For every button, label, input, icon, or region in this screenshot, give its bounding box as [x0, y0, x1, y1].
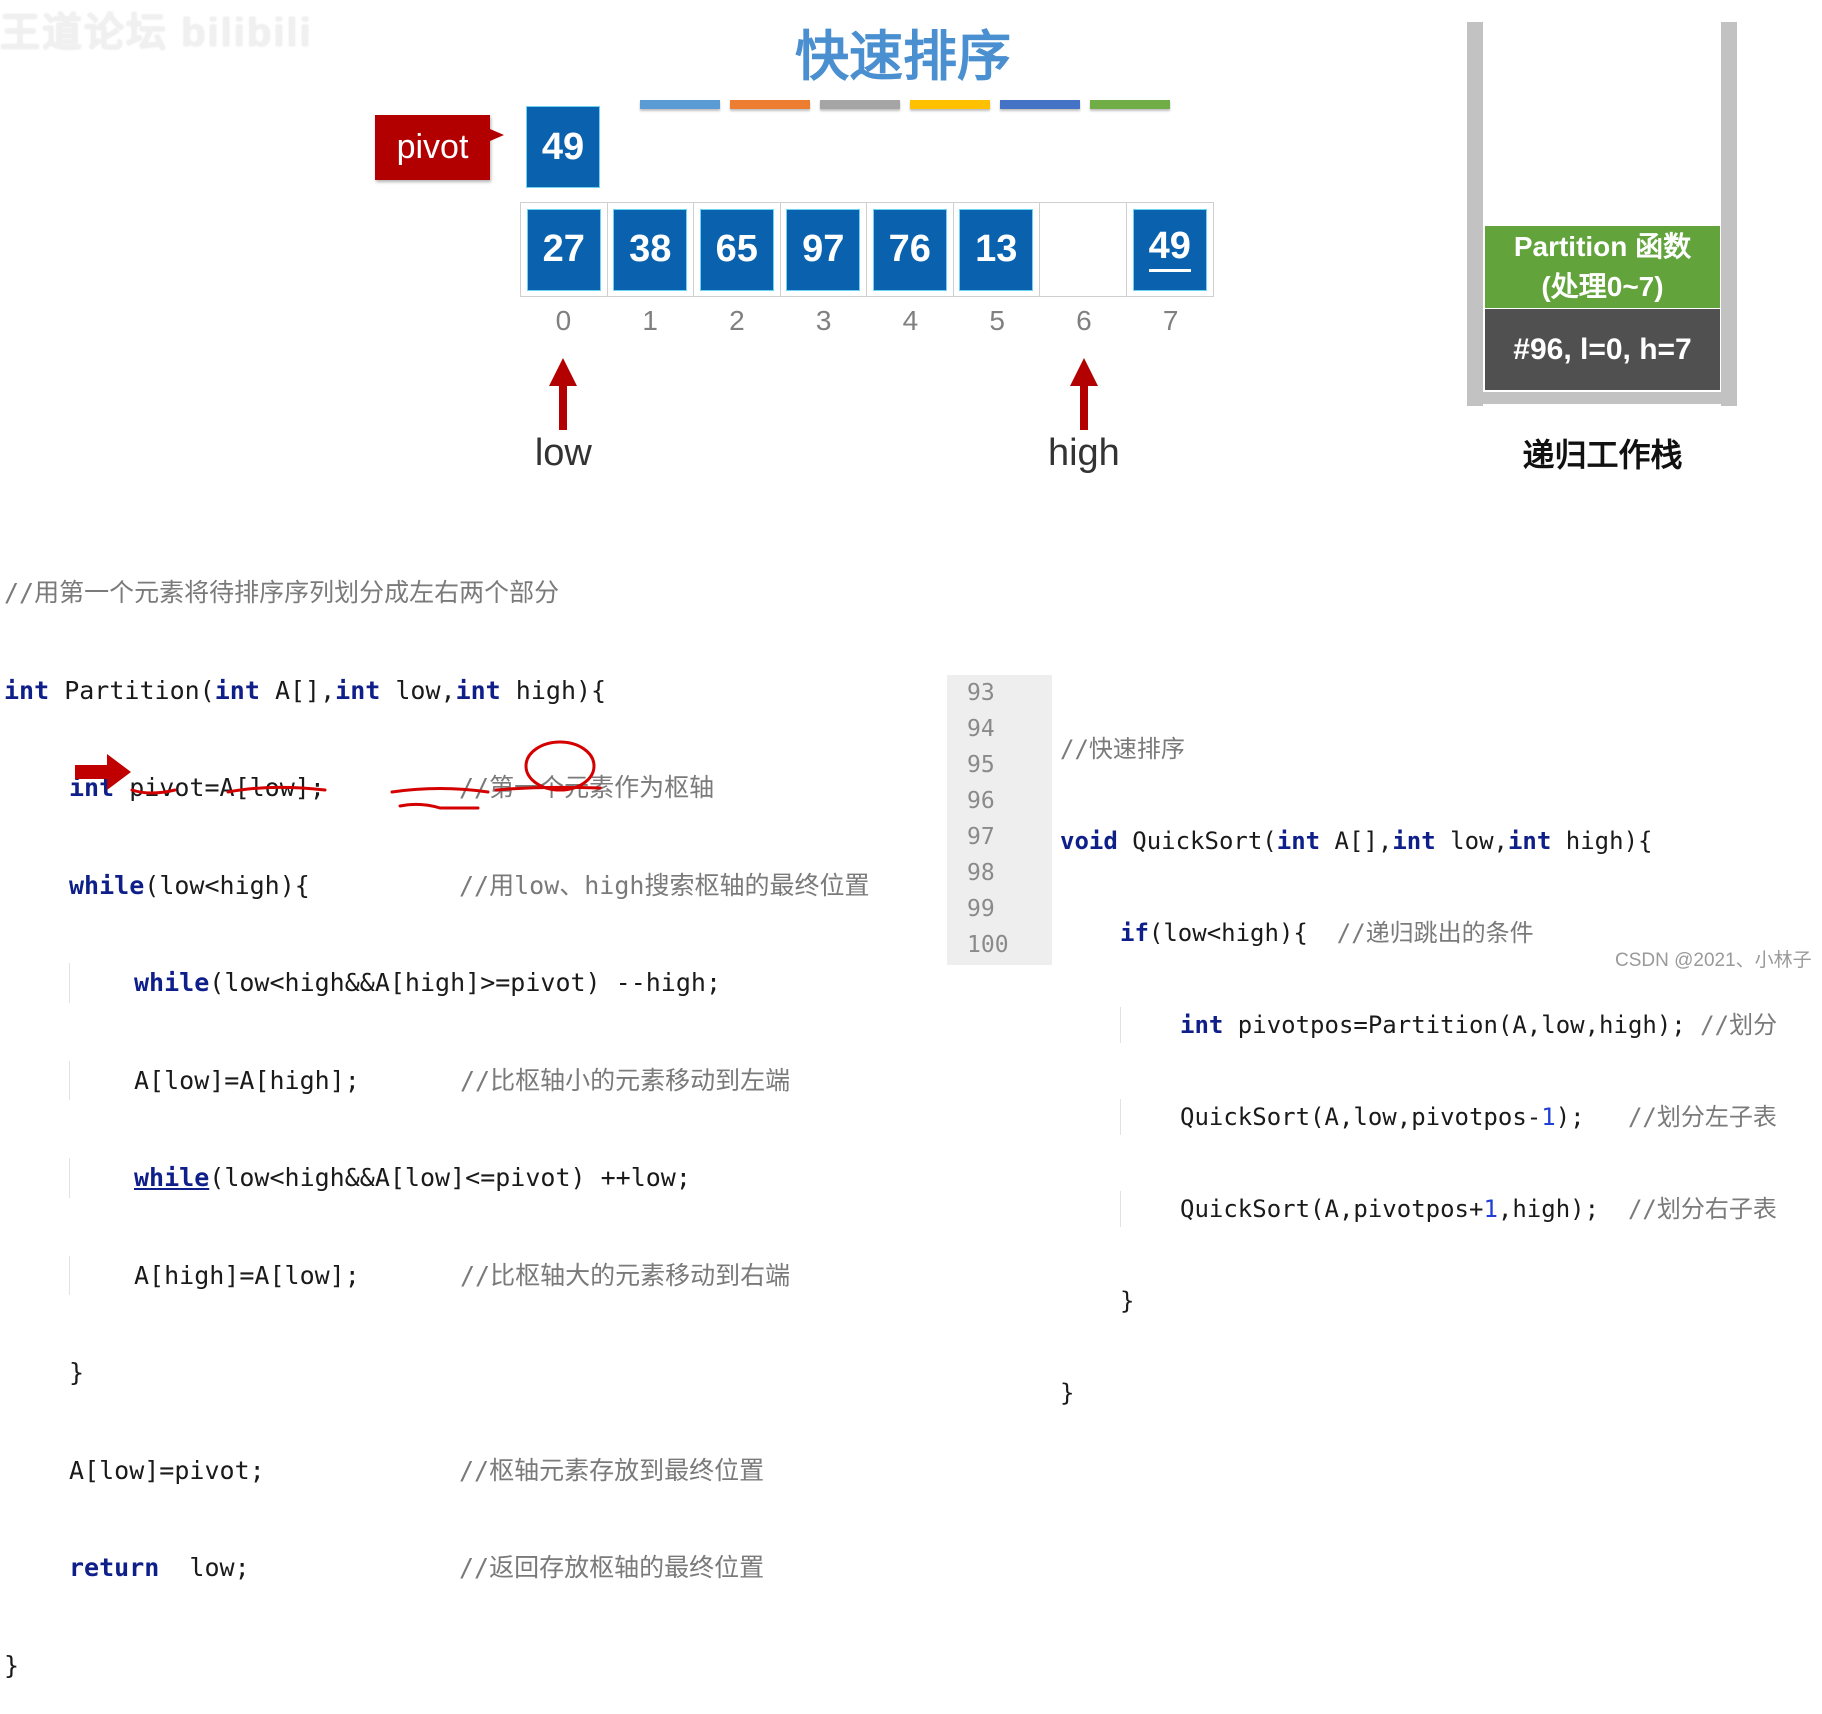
code-line: int pivotpos=Partition(A,low,high); //划分 — [1120, 1007, 1777, 1043]
line-number: 94 — [967, 716, 995, 742]
pivot-value-cell: 49 — [526, 106, 600, 188]
array-slot: 65 — [694, 203, 781, 296]
array-index-label: 1 — [642, 305, 658, 336]
array-index-label: 7 — [1162, 305, 1179, 336]
color-bar — [730, 100, 810, 109]
stack-right-wall — [1721, 22, 1737, 406]
low-pointer-arrow-icon — [549, 358, 578, 430]
code-line: int Partition(int A[],int low,int high){ — [4, 675, 607, 705]
credit-watermark: CSDN @2021、小林子 — [1615, 950, 1812, 971]
line-number: 99 — [967, 896, 995, 922]
code-line: QuickSort(A,pivotpos+1,high); //划分右子表 — [1120, 1191, 1777, 1227]
array-index-label: 2 — [729, 305, 745, 336]
code-line: while(low<high&&A[high]>=pivot) --high; — [69, 963, 721, 1003]
line-number: 93 — [967, 680, 995, 706]
array-index-label: 0 — [555, 305, 572, 336]
pivot-label: pivot — [375, 115, 504, 180]
high-pointer-label: high — [1047, 432, 1120, 474]
high-pointer-arrow-icon — [1069, 358, 1098, 430]
stack-bottom — [1483, 392, 1721, 404]
code-line: void QuickSort(int A[],int low,int high)… — [1060, 827, 1653, 855]
stack-frame-quicksort: #96, l=0, h=7 — [1485, 309, 1720, 390]
array-cell-value: 49 — [1148, 227, 1191, 272]
quicksort-code-block: //快速排序 void QuickSort(int A[],int low,in… — [1060, 675, 1777, 1439]
array-cell-value: 13 — [975, 228, 1018, 270]
array-cell: 97 — [786, 208, 861, 291]
array-cell-value: 38 — [629, 228, 672, 270]
code-line: } — [4, 1650, 20, 1680]
color-bar — [640, 100, 720, 109]
array-slot: 49 — [1127, 203, 1214, 296]
code-line: A[low]=A[high];//比枢轴小的元素移动到左端 — [69, 1060, 790, 1100]
code-line-current: while(low<high&&A[low]<=pivot) ++low; — [69, 1158, 721, 1198]
low-pointer-label: low — [534, 432, 592, 474]
line-number: 100 — [967, 932, 1009, 958]
stack-left-wall — [1467, 22, 1483, 406]
code-line: A[high]=A[low];//比枢轴大的元素移动到右端 — [69, 1255, 790, 1295]
red-annotation-marks — [130, 740, 602, 810]
line-number-gutter: 93 94 95 96 97 98 99 100 — [947, 675, 1052, 965]
array-index-label: 5 — [989, 305, 1005, 336]
array-row: 27 38 65 97 76 13 49 — [520, 202, 1214, 297]
color-bar — [1090, 100, 1170, 109]
line-number: 96 — [967, 788, 995, 814]
code-line: } — [1060, 1379, 1075, 1407]
line-number: 95 — [967, 752, 995, 778]
code-line: return low;//返回存放枢轴的最终位置 — [69, 1553, 765, 1582]
array-slot: 76 — [867, 203, 954, 296]
array-slot: 38 — [608, 203, 694, 296]
array-cell-value: 76 — [888, 228, 931, 270]
array-cell: 65 — [699, 208, 774, 291]
array-slot: 13 — [954, 203, 1040, 296]
code-line: A[low]=pivot;//枢轴元素存放到最终位置 — [69, 1455, 765, 1485]
array-cell: 27 — [526, 208, 601, 291]
code-line: while(low<high){//用low、high搜索枢轴的最终位置 — [69, 870, 870, 900]
array-cell-value: 97 — [802, 228, 845, 270]
color-bar — [820, 100, 900, 109]
partition-code-block: //用第一个元素将待排序序列划分成左右两个部分 int Partition(in… — [4, 515, 870, 1714]
stack-frame-title: Partition 函数 — [1513, 231, 1692, 262]
stack-frame-range: (处理0~7) — [1541, 271, 1664, 302]
array-slot — [1040, 203, 1127, 296]
line-number: 97 — [967, 824, 995, 850]
array-cell: 76 — [872, 208, 947, 291]
code-line: QuickSort(A,low,pivotpos-1); //划分左子表 — [1120, 1099, 1777, 1135]
color-bar — [1000, 100, 1080, 109]
array-cell: 38 — [613, 208, 688, 291]
color-bar — [910, 100, 990, 109]
array-cell: 49 — [1132, 208, 1207, 291]
stack-frame-partition: Partition 函数 (处理0~7) — [1485, 226, 1720, 308]
line-number: 98 — [967, 860, 995, 886]
array-index-label: 6 — [1076, 305, 1092, 336]
code-line: } — [69, 1358, 85, 1387]
array-index-label: 3 — [815, 305, 832, 336]
array-slot: 97 — [781, 203, 867, 296]
code-line: } — [1120, 1287, 1135, 1315]
array-index-label: 4 — [902, 305, 919, 336]
array-cell-value: 65 — [715, 228, 758, 270]
code-comment: //快速排序 — [1060, 735, 1185, 763]
array-slot: 27 — [521, 203, 608, 296]
array-cell: 13 — [959, 208, 1034, 291]
stack-caption: 递归工作栈 — [1522, 436, 1683, 474]
array-cell-value: 27 — [542, 228, 585, 270]
slide-title: 快速排序 — [795, 25, 1011, 88]
code-comment: //用第一个元素将待排序序列划分成左右两个部分 — [4, 578, 560, 607]
